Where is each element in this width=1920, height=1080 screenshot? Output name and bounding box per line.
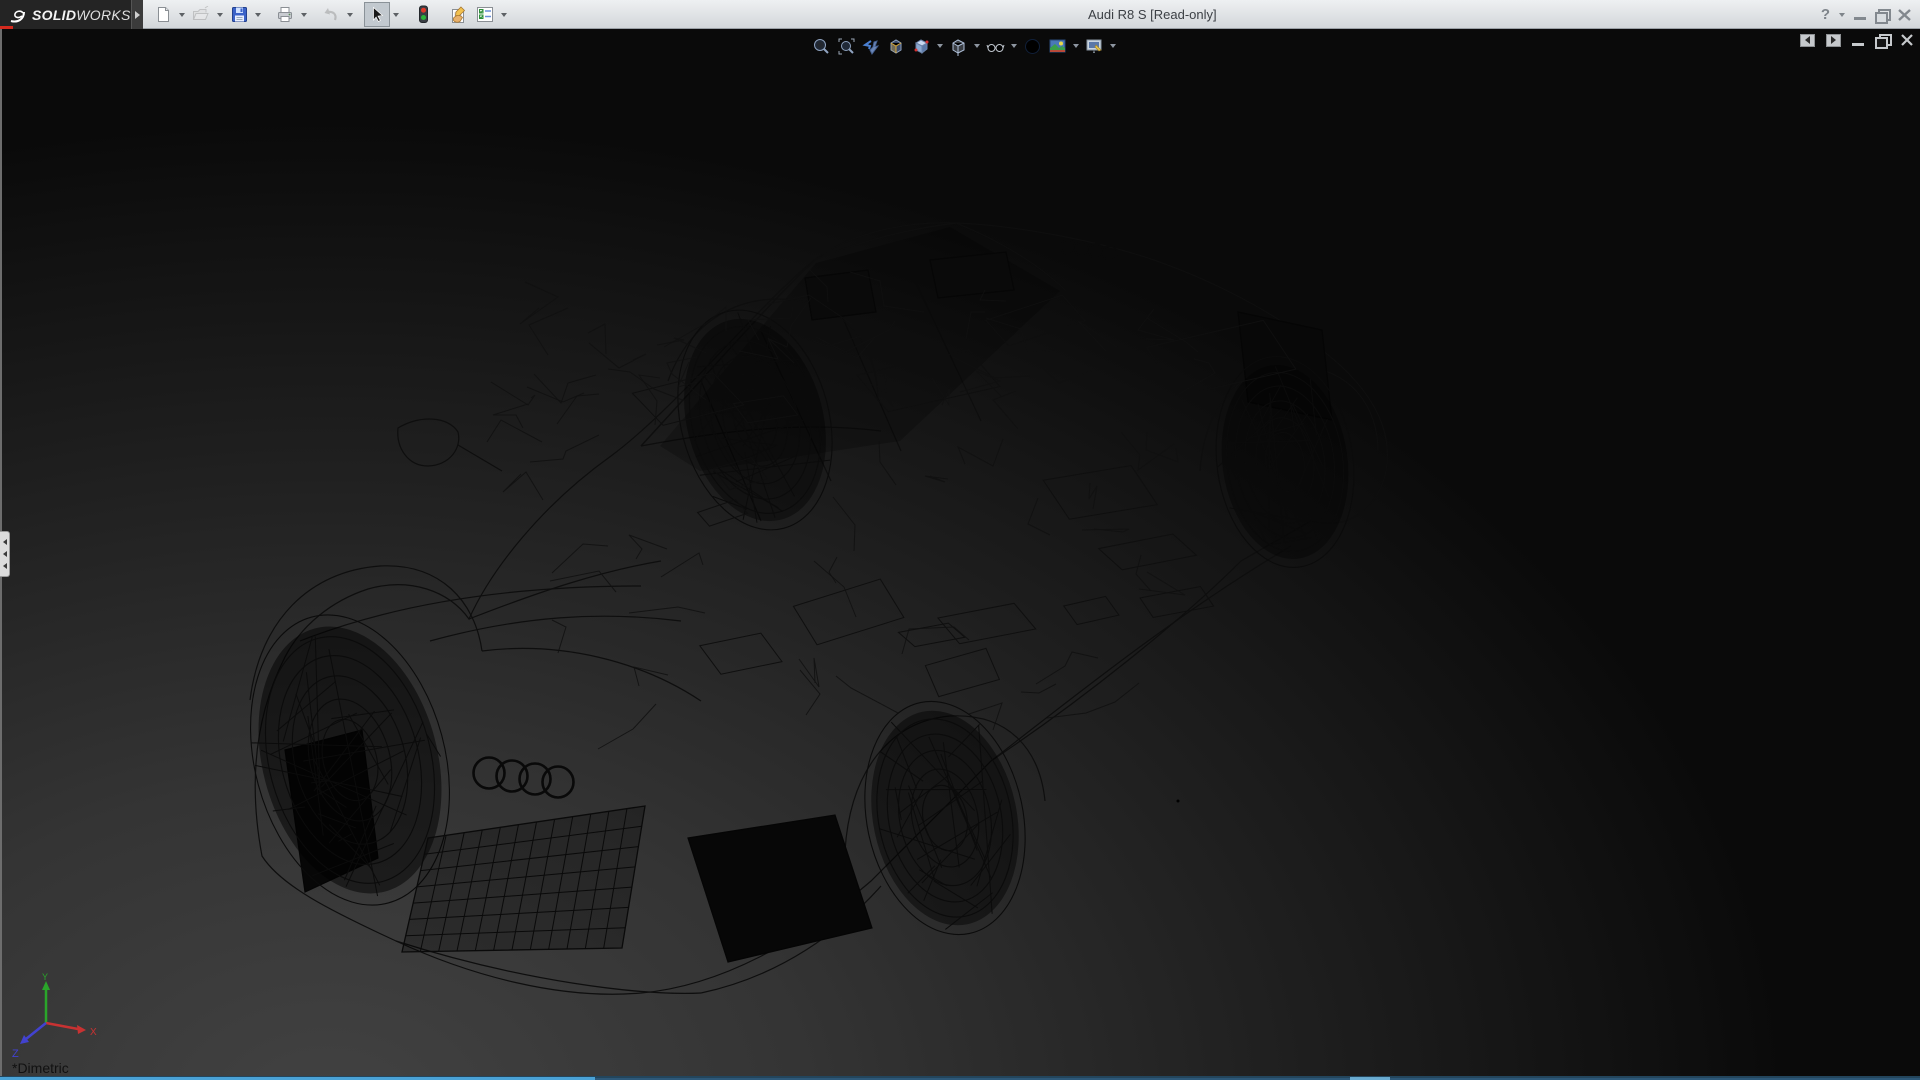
document-window-controls bbox=[1800, 33, 1914, 49]
hide-show-items-caret[interactable] bbox=[1009, 35, 1018, 57]
restore-window-icon[interactable] bbox=[1875, 9, 1891, 24]
display-style-caret[interactable] bbox=[972, 35, 981, 57]
file-properties-button[interactable] bbox=[445, 2, 471, 27]
print-button[interactable] bbox=[272, 2, 298, 27]
options-icon bbox=[477, 7, 493, 22]
options-caret[interactable] bbox=[499, 2, 509, 27]
save-button[interactable] bbox=[226, 2, 252, 27]
triad-z-label: Z bbox=[12, 1048, 19, 1060]
rebuild-button[interactable] bbox=[410, 2, 436, 27]
window-title: Audi R8 S [Read-only] bbox=[1088, 7, 1217, 22]
minimize-document-icon[interactable] bbox=[1852, 43, 1864, 46]
select-caret[interactable] bbox=[391, 2, 401, 27]
title-bar: SOLIDWORKS Audi R8 S [Read-only] ? bbox=[0, 0, 1920, 29]
feature-pane-right-icon[interactable] bbox=[1826, 33, 1841, 47]
file-properties-icon bbox=[451, 5, 465, 23]
feature-panel-splitter-tab[interactable] bbox=[0, 531, 10, 577]
collapse-arrow-icon bbox=[2, 551, 7, 557]
graphics-viewport[interactable] bbox=[0, 29, 1920, 1076]
3ds-swoosh-icon bbox=[10, 9, 25, 22]
display-style-icon[interactable] bbox=[947, 35, 969, 57]
taskbar-edge bbox=[0, 1076, 1920, 1080]
help-caret[interactable] bbox=[1839, 12, 1845, 17]
undo-button[interactable] bbox=[318, 2, 344, 27]
new-document-icon bbox=[157, 7, 169, 22]
solidworks-logo: SOLIDWORKS bbox=[0, 0, 131, 29]
restore-document-icon[interactable] bbox=[1875, 34, 1892, 49]
edit-appearance-icon[interactable] bbox=[1021, 35, 1043, 57]
collapse-arrow-icon bbox=[2, 563, 7, 569]
triad-x-label: X bbox=[90, 1027, 97, 1038]
zoom-to-area-icon[interactable] bbox=[835, 35, 857, 57]
view-orientation-icon[interactable] bbox=[910, 35, 932, 57]
print-caret[interactable] bbox=[299, 2, 309, 27]
headsup-view-toolbar bbox=[810, 35, 1117, 57]
section-view-icon[interactable] bbox=[885, 35, 907, 57]
apply-scene-icon[interactable] bbox=[1046, 35, 1068, 57]
new-document-caret[interactable] bbox=[177, 2, 187, 27]
view-settings-caret[interactable] bbox=[1108, 35, 1117, 57]
print-icon bbox=[278, 7, 292, 22]
new-document-button[interactable] bbox=[150, 2, 176, 27]
close-document-icon[interactable] bbox=[1900, 33, 1914, 47]
orientation-triad: Y X Z bbox=[12, 973, 97, 1060]
minimize-window-icon[interactable] bbox=[1854, 17, 1866, 20]
view-orientation-label: *Dimetric bbox=[12, 1060, 69, 1076]
open-folder-icon bbox=[192, 6, 209, 20]
zoom-to-fit-icon[interactable] bbox=[810, 35, 832, 57]
apply-scene-caret[interactable] bbox=[1071, 35, 1080, 57]
triad-y-label: Y bbox=[42, 973, 48, 982]
select-cursor-icon bbox=[373, 6, 384, 22]
save-caret[interactable] bbox=[253, 2, 263, 27]
rebuild-traffic-light-icon bbox=[418, 5, 428, 23]
feature-pane-left-icon[interactable] bbox=[1800, 33, 1815, 47]
close-window-icon[interactable] bbox=[1897, 8, 1912, 22]
undo-icon bbox=[324, 8, 337, 21]
brand-text: SOLIDWORKS bbox=[32, 6, 131, 23]
right-arrow-icon bbox=[135, 10, 140, 19]
main-toolbar bbox=[150, 0, 509, 29]
previous-view-icon[interactable] bbox=[860, 35, 882, 57]
collapse-arrow-icon bbox=[2, 539, 7, 545]
options-button[interactable] bbox=[472, 2, 498, 27]
logo-red-accent bbox=[0, 26, 13, 29]
open-button[interactable] bbox=[188, 2, 214, 27]
hide-show-items-icon[interactable] bbox=[984, 35, 1006, 57]
help-button[interactable]: ? bbox=[1821, 6, 1830, 23]
menu-expand-arrow[interactable] bbox=[131, 0, 143, 29]
view-orientation-caret[interactable] bbox=[935, 35, 944, 57]
view-settings-icon[interactable] bbox=[1083, 35, 1105, 57]
title-bar-controls: ? bbox=[1821, 0, 1920, 29]
select-button[interactable] bbox=[364, 2, 390, 27]
undo-caret[interactable] bbox=[345, 2, 355, 27]
open-caret[interactable] bbox=[215, 2, 225, 27]
save-floppy-icon bbox=[231, 7, 247, 22]
